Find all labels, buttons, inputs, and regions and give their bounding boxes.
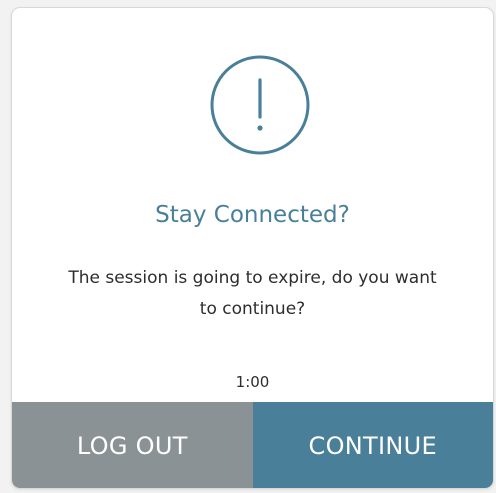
- dialog-actions: LOG OUT CONTINUE: [12, 402, 493, 488]
- dialog-message: The session is going to expire, do you w…: [12, 263, 493, 325]
- dialog-message-line-1: The session is going to expire, do you w…: [68, 268, 437, 288]
- countdown-timer: 1:00: [235, 373, 270, 391]
- logout-button[interactable]: LOG OUT: [12, 402, 253, 488]
- continue-button[interactable]: CONTINUE: [252, 402, 493, 488]
- exclamation-circle-icon: [209, 54, 311, 156]
- session-timeout-dialog: Stay Connected? The session is going to …: [11, 7, 494, 489]
- dialog-message-line-2: to continue?: [199, 299, 306, 319]
- dialog-title: Stay Connected?: [155, 202, 350, 228]
